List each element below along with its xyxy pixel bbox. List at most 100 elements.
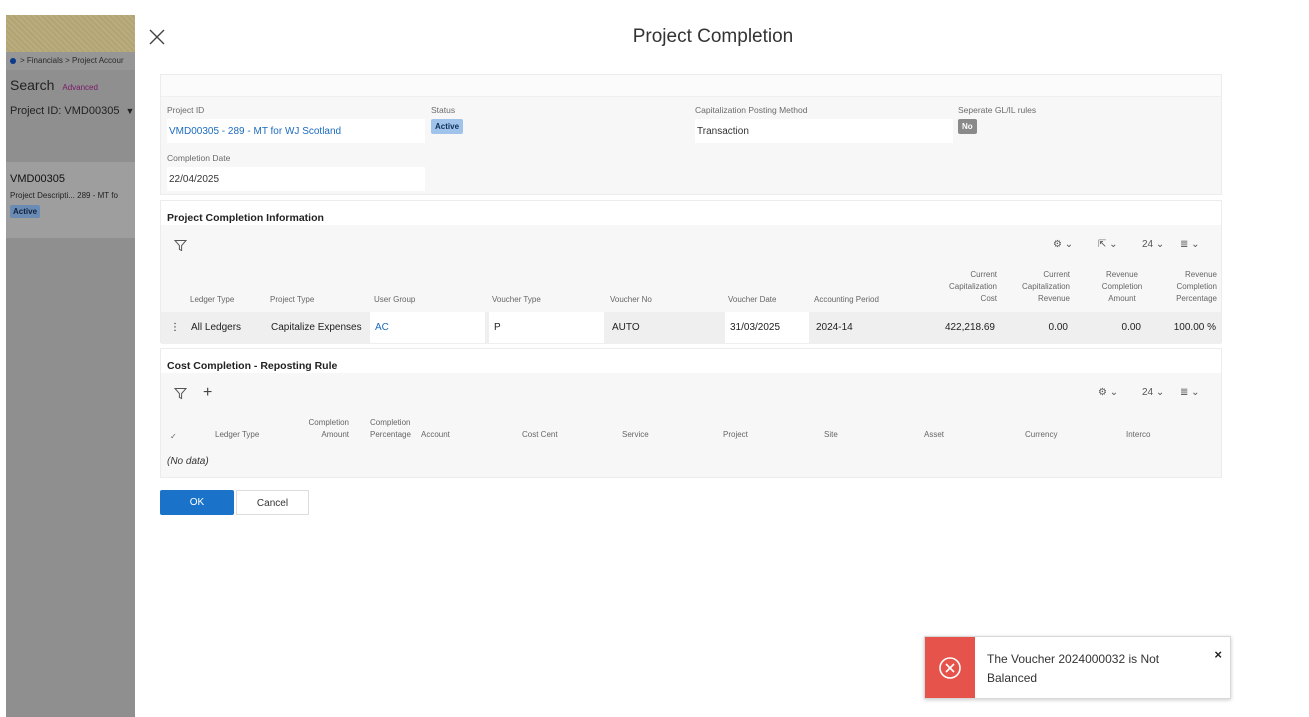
ok-button[interactable]: OK	[160, 490, 234, 515]
col-user-group[interactable]: User Group	[374, 294, 415, 306]
page-size-value: 24	[1142, 387, 1154, 398]
col-voucher-no[interactable]: Voucher No	[610, 294, 652, 306]
chevron-down-icon: ⌄	[1109, 239, 1118, 250]
col-revenue-amount[interactable]: Revenue Completion Amount	[1091, 269, 1153, 305]
project-filter-label: Project ID: VMD00305	[10, 105, 120, 117]
col-ledger-type[interactable]: Ledger Type	[190, 294, 234, 306]
cell-ledger-type: All Ledgers	[191, 322, 242, 333]
col-project-type[interactable]: Project Type	[270, 294, 314, 306]
status-field: Status Active	[431, 105, 464, 134]
col-account[interactable]: Account	[421, 429, 450, 441]
gear-icon: ⚙	[1098, 387, 1107, 398]
breadcrumb: > Financials > Project Accour	[6, 52, 135, 70]
col-accounting-period[interactable]: Accounting Period	[814, 294, 879, 306]
no-data-message: (No data)	[167, 456, 209, 467]
project-id-value[interactable]: VMD00305 - 289 - MT for WJ Scotland	[167, 119, 425, 143]
breadcrumb-text: > Financials > Project Accour	[20, 56, 124, 65]
col-current-cap-cost[interactable]: Current Capitalization Cost	[937, 269, 997, 305]
col-cost-cent[interactable]: Cost Cent	[522, 429, 558, 441]
cell-voucher-no: AUTO	[612, 322, 640, 333]
cap-method-label: Capitalization Posting Method	[695, 105, 808, 115]
select-all-checkbox-icon[interactable]: ✓	[170, 431, 177, 443]
view-menu[interactable]: ≣ ⌄	[1180, 387, 1200, 398]
background-banner	[6, 15, 135, 52]
panel-strip	[161, 75, 1221, 97]
page-size-value: 24	[1142, 239, 1154, 250]
completion-date-label: Completion Date	[167, 153, 231, 163]
col-completion-percentage-l1: Completion	[370, 418, 411, 427]
col-revenue-percentage-l3: Percentage	[1176, 294, 1217, 303]
completion-date-value[interactable]: 22/04/2025	[167, 167, 425, 191]
col-current-cap-revenue-l1: Current	[1043, 270, 1070, 279]
cost-completion-toolbar: + ⚙ ⌄ 24 ⌄ ≣ ⌄	[161, 373, 1221, 413]
view-menu[interactable]: ≣ ⌄	[1180, 239, 1200, 250]
search-label: Search	[10, 77, 55, 93]
settings-menu[interactable]: ⚙ ⌄	[1053, 239, 1073, 250]
completion-info-toolbar: ⚙ ⌄ ⇱ ⌄ 24 ⌄ ≣ ⌄	[161, 225, 1221, 265]
advanced-search-link: Advanced	[62, 83, 98, 92]
col-current-cap-revenue[interactable]: Current Capitalization Revenue	[1010, 269, 1070, 305]
separate-rules-field: Seperate GL/IL rules No	[958, 105, 1036, 134]
col-site[interactable]: Site	[824, 429, 838, 441]
col-voucher-type[interactable]: Voucher Type	[492, 294, 541, 306]
list-icon: ≣	[1180, 387, 1189, 398]
chevron-down-icon: ⌄	[1191, 239, 1200, 250]
col-ledger-type[interactable]: Ledger Type	[215, 429, 259, 441]
cell-accounting-period: 2024-14	[816, 322, 853, 333]
row-menu-icon[interactable]: ⋮	[170, 322, 180, 333]
col-current-cap-revenue-l3: Revenue	[1037, 294, 1070, 303]
completion-date-field: Completion Date 22/04/2025	[167, 153, 425, 191]
filter-icon[interactable]	[173, 387, 188, 403]
col-revenue-percentage-l1: Revenue	[1184, 270, 1217, 279]
cell-user-group[interactable]: AC	[370, 312, 485, 343]
page-size-menu[interactable]: 24 ⌄	[1142, 387, 1164, 398]
record-card: VMD00305 Project Descripti... 289 - MT f…	[6, 162, 135, 238]
add-icon[interactable]: +	[203, 384, 212, 402]
col-revenue-percentage[interactable]: Revenue Completion Percentage	[1157, 269, 1217, 305]
cost-completion-title: Cost Completion - Reposting Rule	[167, 360, 338, 372]
separate-rules-label: Seperate GL/IL rules	[958, 105, 1037, 115]
error-toast: The Voucher 2024000032 is Not Balanced ×	[924, 636, 1231, 699]
cell-voucher-type[interactable]: P	[489, 312, 604, 343]
settings-menu[interactable]: ⚙ ⌄	[1098, 387, 1118, 398]
toast-side	[925, 637, 975, 698]
col-interco[interactable]: Interco	[1126, 429, 1150, 441]
col-revenue-amount-l3: Amount	[1108, 294, 1136, 303]
dialog-title: Project Completion	[632, 26, 794, 47]
col-asset[interactable]: Asset	[924, 429, 944, 441]
cap-method-value: Transaction	[695, 119, 953, 143]
record-code: VMD00305	[10, 173, 66, 185]
completion-info-panel: Project Completion Information ⚙ ⌄ ⇱ ⌄ 2…	[160, 200, 1222, 344]
cost-completion-panel: Cost Completion - Reposting Rule + ⚙ ⌄ 2…	[160, 348, 1222, 478]
project-id-field: Project ID VMD00305 - 289 - MT for WJ Sc…	[167, 105, 425, 143]
col-completion-percentage-l2: Percentage	[370, 430, 411, 439]
toast-close-button[interactable]: ×	[1214, 647, 1222, 662]
cancel-button[interactable]: Cancel	[236, 490, 309, 515]
page-size-menu[interactable]: 24 ⌄	[1142, 239, 1164, 250]
col-completion-amount[interactable]: Completion Amount	[291, 417, 349, 441]
cell-voucher-date[interactable]: 31/03/2025	[725, 312, 809, 343]
col-completion-percentage[interactable]: Completion Percentage	[370, 417, 411, 441]
col-voucher-date[interactable]: Voucher Date	[728, 294, 776, 306]
home-icon	[10, 57, 16, 64]
col-service[interactable]: Service	[622, 429, 649, 441]
cell-revenue-amount: 0.00	[1121, 322, 1141, 333]
filter-icon[interactable]	[173, 239, 188, 255]
col-currency[interactable]: Currency	[1025, 429, 1057, 441]
close-icon[interactable]	[146, 26, 168, 48]
project-filter: Project ID: VMD00305 ▼	[6, 93, 135, 117]
col-project[interactable]: Project	[723, 429, 748, 441]
chevron-down-icon: ⌄	[1191, 387, 1200, 398]
record-status-badge: Active	[10, 205, 41, 218]
cell-project-type: Capitalize Expenses	[271, 322, 362, 333]
cap-method-field: Capitalization Posting Method Transactio…	[695, 105, 953, 143]
table-row[interactable]: ⋮ All Ledgers Capitalize Expenses AC P A…	[161, 312, 1221, 344]
gear-icon: ⚙	[1053, 239, 1062, 250]
cell-revenue-percentage: 100.00 %	[1173, 322, 1216, 333]
export-menu[interactable]: ⇱ ⌄	[1098, 239, 1118, 250]
background-page: > Financials > Project Accour Search Adva…	[6, 15, 135, 717]
col-revenue-percentage-l2: Completion	[1176, 282, 1217, 291]
col-current-cap-revenue-l2: Capitalization	[1021, 282, 1070, 291]
col-completion-amount-l2: Amount	[321, 430, 349, 439]
completion-info-title: Project Completion Information	[167, 212, 324, 224]
